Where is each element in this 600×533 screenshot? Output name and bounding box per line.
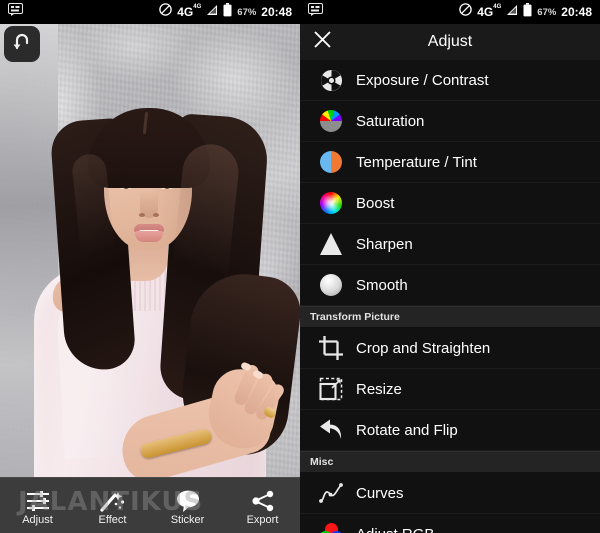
toolbar-label-sticker: Sticker bbox=[170, 513, 205, 526]
undo-button[interactable] bbox=[4, 26, 40, 62]
color-wheel-icon bbox=[312, 188, 350, 218]
menu-item-smooth[interactable]: Smooth bbox=[300, 265, 600, 306]
toolbar-item-adjust[interactable]: Adjust bbox=[0, 486, 75, 526]
menu-item-saturation[interactable]: Saturation bbox=[300, 101, 600, 142]
toolbar-item-effect[interactable]: Effect bbox=[75, 486, 150, 526]
menu-item-temperature-tint[interactable]: Temperature / Tint bbox=[300, 142, 600, 183]
signal-bars-icon bbox=[206, 3, 218, 21]
message-icon bbox=[308, 3, 323, 21]
signal-bars-icon bbox=[506, 3, 518, 21]
status-bar-left: 4G4G 67% 20:48 bbox=[0, 0, 300, 24]
sliders-icon bbox=[25, 486, 51, 512]
status-bar-notifications bbox=[0, 3, 23, 21]
menu-item-exposure-contrast[interactable]: Exposure / Contrast bbox=[300, 60, 600, 101]
section-label: Transform Picture bbox=[310, 311, 400, 323]
status-bar-right: 4G4G 67% 20:48 bbox=[300, 0, 600, 24]
battery-icon bbox=[223, 2, 232, 22]
menu-item-label: Smooth bbox=[356, 276, 408, 294]
resize-icon bbox=[312, 374, 350, 404]
menu-item-adjust-rgb[interactable]: Adjust RGB bbox=[300, 514, 600, 533]
message-icon bbox=[8, 3, 23, 21]
aperture-icon bbox=[312, 65, 350, 95]
menu-item-label: Exposure / Contrast bbox=[356, 71, 489, 89]
toolbar-label-export: Export bbox=[246, 513, 279, 526]
app-screen: 4G4G 67% 20:48 JALANTIKUS Adjust Effect … bbox=[0, 0, 600, 533]
photo-editor-pane: 4G4G 67% 20:48 JALANTIKUS Adjust Effect … bbox=[0, 0, 300, 533]
toolbar-item-sticker[interactable]: Sticker bbox=[150, 486, 225, 526]
curves-icon bbox=[312, 478, 350, 508]
section-header-transform-picture: Transform Picture bbox=[300, 306, 600, 328]
adjust-menu-pane: 4G4G 67% 20:48 Adjust Exposure / Contras… bbox=[300, 0, 600, 533]
network-type-label: 4G4G bbox=[177, 4, 202, 19]
magic-wand-icon bbox=[99, 486, 126, 512]
temperature-circle-icon bbox=[312, 147, 350, 177]
toolbar-label-effect: Effect bbox=[98, 513, 127, 526]
clock: 20:48 bbox=[561, 5, 592, 19]
menu-item-resize[interactable]: Resize bbox=[300, 369, 600, 410]
page-title: Adjust bbox=[427, 33, 473, 50]
menu-item-rotate-and-flip[interactable]: Rotate and Flip bbox=[300, 410, 600, 451]
saturation-wheel-icon bbox=[312, 106, 350, 136]
rgb-circles-icon bbox=[312, 519, 350, 533]
status-bar-indicators: 4G4G 67% 20:48 bbox=[159, 2, 300, 22]
share-icon bbox=[250, 486, 276, 512]
editor-toolbar: Adjust Effect Sticker Export bbox=[0, 477, 300, 533]
menu-item-label: Curves bbox=[356, 484, 404, 502]
section-label: Misc bbox=[310, 456, 334, 468]
battery-percent: 67% bbox=[237, 6, 257, 18]
rotate-arrow-icon bbox=[312, 415, 350, 445]
sphere-icon bbox=[312, 270, 350, 300]
no-signal-icon bbox=[159, 3, 172, 21]
menu-item-curves[interactable]: Curves bbox=[300, 473, 600, 514]
undo-arrow-icon bbox=[11, 31, 33, 58]
menu-item-label: Temperature / Tint bbox=[356, 153, 477, 171]
close-icon bbox=[313, 30, 332, 54]
menu-item-label: Sharpen bbox=[356, 235, 413, 253]
no-signal-icon bbox=[459, 3, 472, 21]
clock: 20:48 bbox=[261, 5, 292, 19]
crop-icon bbox=[312, 333, 350, 363]
menu-item-crop-and-straighten[interactable]: Crop and Straighten bbox=[300, 328, 600, 369]
photo-canvas[interactable] bbox=[0, 24, 300, 478]
speech-bubble-icon bbox=[174, 486, 202, 512]
menu-item-label: Boost bbox=[356, 194, 395, 212]
adjust-menu-list[interactable]: Exposure / Contrast Saturation Temperatu… bbox=[300, 60, 600, 533]
status-bar-notifications-right bbox=[300, 3, 323, 21]
battery-percent: 67% bbox=[537, 6, 557, 18]
menu-item-label: Resize bbox=[356, 380, 402, 398]
close-button[interactable] bbox=[300, 30, 344, 54]
toolbar-label-adjust: Adjust bbox=[22, 513, 53, 526]
battery-icon bbox=[523, 2, 532, 22]
section-header-misc: Misc bbox=[300, 451, 600, 473]
menu-item-label: Crop and Straighten bbox=[356, 339, 491, 357]
status-bar-indicators-right: 4G4G 67% 20:48 bbox=[459, 2, 600, 22]
menu-item-label: Adjust RGB bbox=[356, 526, 434, 533]
adjust-header: Adjust bbox=[300, 24, 600, 61]
menu-item-label: Saturation bbox=[356, 112, 425, 130]
toolbar-item-export[interactable]: Export bbox=[225, 486, 300, 526]
menu-item-sharpen[interactable]: Sharpen bbox=[300, 224, 600, 265]
menu-item-boost[interactable]: Boost bbox=[300, 183, 600, 224]
photo-subject bbox=[0, 24, 300, 478]
menu-item-label: Rotate and Flip bbox=[356, 421, 458, 439]
network-type-label: 4G4G bbox=[477, 4, 502, 19]
triangle-icon bbox=[312, 229, 350, 259]
